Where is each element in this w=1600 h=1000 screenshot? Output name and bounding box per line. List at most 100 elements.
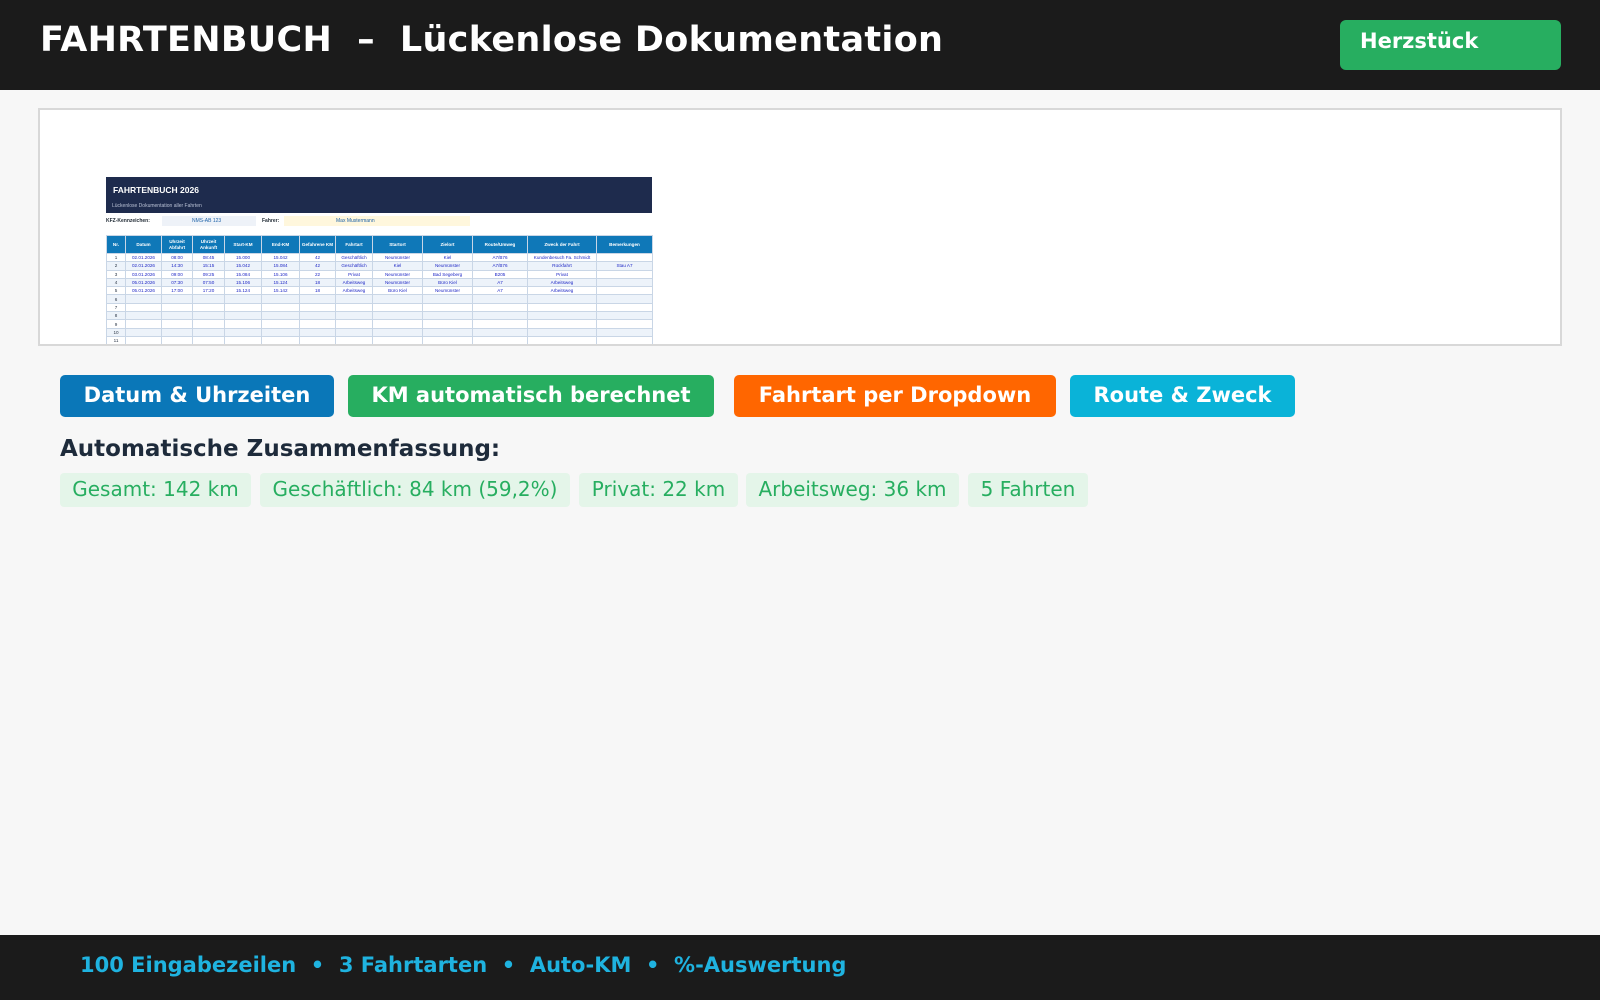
table-cell [335,335,373,344]
trip-table: Nr. Datum Uhrzeit Abfahrt Uhrzeit Ankunft St… [106,235,653,344]
table-cell [596,335,653,344]
table-cell: 07:30 [161,277,193,288]
column-header: Startort [372,235,423,254]
table-cell [422,311,473,321]
table-cell: Arbeitsweg [527,277,597,288]
table-row: 7 [106,302,653,313]
table-cell [422,302,473,313]
driver-value: Max Mustermann [284,216,470,226]
table-cell [224,294,262,304]
table-cell: 15.142 [261,286,300,296]
stat-fahrten: 5 Fahrten [968,473,1088,507]
sheet-subtitle: Lückenlose Dokumentation aller Fahrten [112,203,202,209]
column-header: Bemerkungen [596,235,653,254]
table-body: 1 02.01.2026 08:00 08:45 15.000 15.042 42 Gesch… [106,252,653,344]
spreadsheet-preview: FAHRTENBUCH 2026 Lückenlose Dokumentatio… [38,108,1562,346]
table-cell: 15.124 [261,277,300,288]
table-cell: 10 [106,327,126,337]
table-cell [261,327,300,337]
table-cell [422,294,473,304]
table-cell [335,319,373,329]
feature-chip-km: KM automatisch berechnet [348,375,714,417]
table-cell: Arbeitsweg [527,286,597,296]
feature-chip-route: Route & Zweck [1070,375,1295,417]
table-cell: 9 [106,319,126,329]
table-cell [224,319,262,329]
table-cell: Neumünster [372,269,423,279]
table-cell [224,335,262,344]
table-cell [596,269,653,279]
table-cell [261,311,300,321]
table-cell: Bad Segeberg [422,269,473,279]
table-cell [596,277,653,288]
table-cell [299,335,336,344]
table-cell [261,302,300,313]
column-header: Datum [125,235,162,254]
table-cell: Rückfahrt [527,261,597,271]
table-cell [596,286,653,296]
table-cell: 8 [106,311,126,321]
table-cell: 03.01.2026 [125,269,162,279]
feature-chip-fahrtart: Fahrtart per Dropdown [734,375,1056,417]
table-cell [224,311,262,321]
table-row: 8 [106,311,653,321]
table-cell [261,294,300,304]
table-cell: 3 [106,269,126,279]
table-cell [161,319,193,329]
table-cell [527,319,597,329]
table-cell: 2 [106,261,126,271]
table-cell [596,319,653,329]
table-cell: 18 [299,277,336,288]
table-cell [299,302,336,313]
table-cell: B205 [472,269,528,279]
table-cell: Büro Kiel [372,286,423,296]
table-row: 9 [106,319,653,329]
table-cell [335,327,373,337]
table-cell: Büro Kiel [422,277,473,288]
column-header: Zielort [422,235,473,254]
table-row: 4 05.01.2026 07:30 07:50 15.106 15.124 18 Arbei… [106,277,653,288]
spreadsheet-sheet: FAHRTENBUCH 2026 Lückenlose Dokumentatio… [106,177,653,344]
table-cell [161,311,193,321]
table-cell [192,335,225,344]
table-row: 2 02.01.2026 14:30 15:15 15.042 15.084 42 Gesch… [106,261,653,271]
table-cell [596,327,653,337]
table-cell [192,311,225,321]
table-cell [372,335,423,344]
table-cell: A7 [472,277,528,288]
table-row: 1 02.01.2026 08:00 08:45 15.000 15.042 42 Gesch… [106,252,653,263]
table-cell: 08:00 [161,252,193,263]
table-cell [422,335,473,344]
column-header: Start-KM [224,235,262,254]
table-cell [527,335,597,344]
table-cell: Neumünster [372,252,423,263]
table-cell: 15.084 [224,269,262,279]
table-cell: 17:00 [161,286,193,296]
feature-chip-datum: Datum & Uhrzeiten [60,375,334,417]
table-cell [224,302,262,313]
table-row: 11 [106,335,653,344]
table-cell [161,294,193,304]
table-cell [335,294,373,304]
table-cell [372,327,423,337]
stat-arbeitsweg: Arbeitsweg: 36 km [746,473,959,507]
table-cell [192,302,225,313]
plate-value: NMS-AB 123 [162,216,256,226]
table-cell: 22 [299,269,336,279]
column-header: Fahrtart [335,235,373,254]
column-header: Nr. [106,235,126,254]
table-cell: 05.01.2026 [125,286,162,296]
table-cell: 09:25 [192,269,225,279]
sheet-meta-row: KFZ-Kennzeichen: NMS-AB 123 Fahrer: Max … [106,213,652,229]
footer-text: 100 Eingabezeilen • 3 Fahrtarten • Auto-… [80,953,847,977]
table-cell [161,302,193,313]
table-cell: 11 [106,335,126,344]
table-cell: Privat [527,269,597,279]
table-cell: 42 [299,252,336,263]
table-cell [335,311,373,321]
table-cell: 08:45 [192,252,225,263]
driver-label: Fahrer: [262,218,280,224]
table-cell [299,319,336,329]
table-cell: Kundenbesuch Fa. Schmidt [527,252,597,263]
table-cell: 05.01.2026 [125,277,162,288]
